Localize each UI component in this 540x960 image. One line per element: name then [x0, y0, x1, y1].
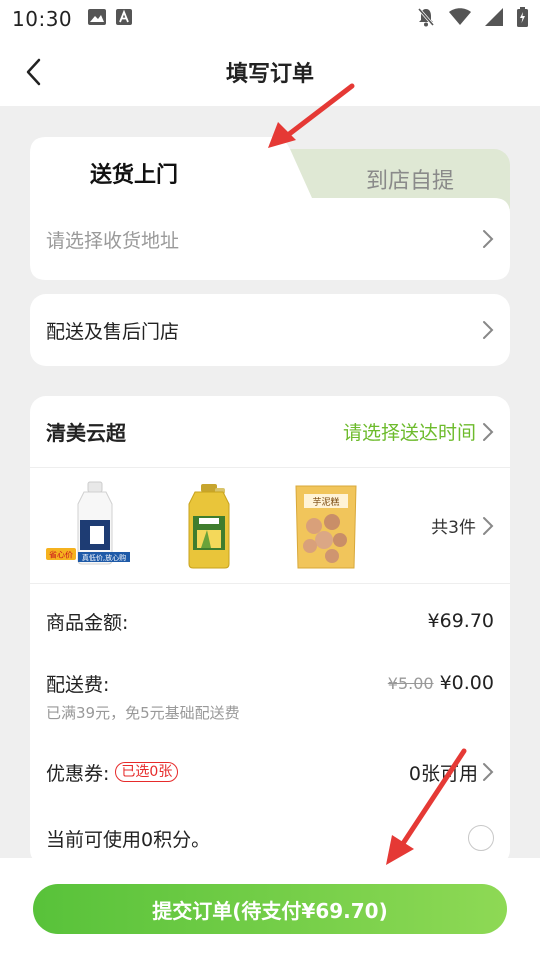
- goods-row[interactable]: 省心价 真低价,放心购 芋泥糕 共3件: [30, 468, 510, 584]
- shop-row: 清美云超 请选择送达时间: [30, 396, 510, 468]
- store-row-label: 配送及售后门店: [46, 320, 180, 343]
- points-text: 当前可使用0积分。: [46, 828, 211, 851]
- shipping-note: 已满39元，免5元基础配送费: [46, 704, 240, 722]
- milk-tag-left: 省心价: [49, 549, 73, 559]
- goods-count: 共3件: [431, 518, 476, 538]
- amount-row: 商品金额: ¥69.70: [30, 584, 510, 658]
- bottom-bar: 提交订单(待支付¥69.70): [0, 858, 540, 960]
- tab-home-delivery[interactable]: 送货上门: [90, 157, 178, 189]
- coupon-label: 优惠券:: [46, 762, 110, 785]
- image-icon: [88, 9, 107, 29]
- status-time: 10:30: [12, 7, 73, 31]
- chevron-left-icon: [26, 58, 41, 86]
- product-image-milk: 省心价 真低价,放心购: [46, 480, 138, 572]
- amount-value: ¥69.70: [427, 610, 494, 632]
- amount-label: 商品金额:: [46, 611, 129, 634]
- wifi-icon: [449, 8, 471, 30]
- annotation-arrow-submit: [386, 748, 467, 865]
- product-image-snack: 芋泥糕: [280, 480, 372, 572]
- signal-icon: [485, 8, 503, 30]
- battery-icon: [517, 7, 528, 31]
- product-image-oil: [163, 480, 255, 572]
- chevron-right-icon: [482, 320, 494, 340]
- annotation-arrow-tab: [268, 83, 355, 148]
- notifications-off-icon: [417, 7, 435, 31]
- chevron-right-icon: [482, 516, 494, 536]
- delivery-tabs-card: 到店自提 送货上门 请选择收货地址: [30, 137, 510, 280]
- submit-order-label: 提交订单(待支付¥69.70): [152, 898, 388, 923]
- store-row[interactable]: 配送及售后门店: [30, 294, 510, 366]
- address-placeholder: 请选择收货地址: [46, 229, 180, 252]
- shipping-row: 配送费: ¥5.00 ¥0.00: [30, 658, 510, 708]
- shipping-new-price: ¥0.00: [439, 672, 494, 694]
- snack-bag-label: 芋泥糕: [312, 496, 339, 508]
- milk-tag-right: 真低价,放心购: [82, 553, 126, 562]
- select-delivery-time[interactable]: 请选择送达时间: [343, 418, 476, 445]
- coupon-selected-badge: 已选0张: [115, 762, 179, 782]
- shipping-label: 配送费:: [46, 673, 110, 696]
- status-bar: 10:30: [0, 0, 540, 38]
- shop-name: 清美云超: [46, 421, 126, 445]
- shipping-old-price: ¥5.00: [387, 673, 434, 693]
- text-a-icon: [116, 9, 133, 29]
- chevron-right-icon: [482, 229, 494, 249]
- address-row[interactable]: 请选择收货地址: [30, 198, 510, 280]
- back-button[interactable]: [14, 52, 54, 92]
- submit-order-button[interactable]: 提交订单(待支付¥69.70): [33, 884, 507, 934]
- chevron-right-icon[interactable]: [482, 422, 494, 442]
- chevron-right-icon: [482, 762, 494, 782]
